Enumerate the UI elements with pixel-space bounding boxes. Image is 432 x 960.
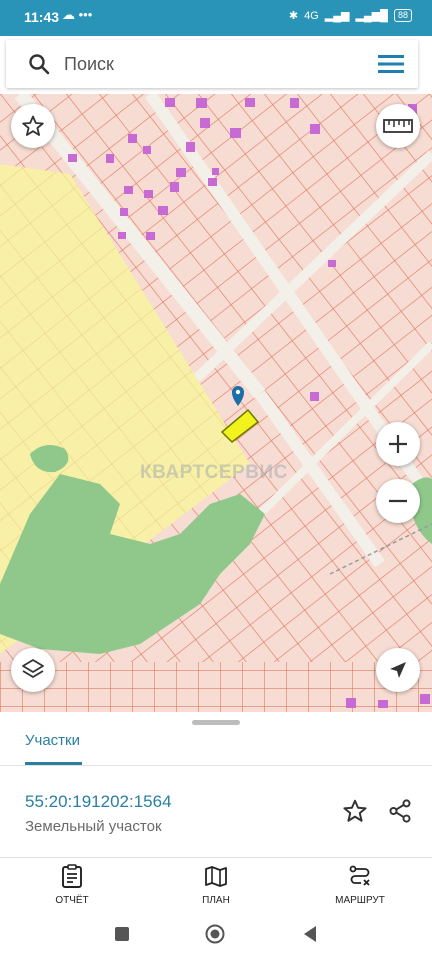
nav-report-button[interactable]: ОТЧЁТ xyxy=(24,864,120,906)
layers-button[interactable] xyxy=(11,648,55,692)
plus-icon xyxy=(389,435,407,453)
nav-plan-label: ПЛАН xyxy=(202,895,230,906)
recent-apps-button[interactable] xyxy=(114,926,130,947)
my-location-button[interactable] xyxy=(376,648,420,692)
menu-icon[interactable] xyxy=(378,54,404,79)
tab-parcels[interactable]: Участки xyxy=(25,732,80,749)
divider xyxy=(0,765,432,766)
ruler-button[interactable] xyxy=(376,104,420,148)
circle-icon xyxy=(205,924,225,944)
share-button[interactable] xyxy=(387,798,413,829)
clipboard-icon xyxy=(62,864,82,888)
search-input[interactable]: Поиск xyxy=(64,54,114,75)
search-icon xyxy=(28,53,50,80)
status-bar: 11:43 ☁ ••• ✱ 4G ▂▄▆ ▂▄▆█ 88 xyxy=(0,0,432,36)
home-button[interactable] xyxy=(205,924,225,949)
sheet-drag-handle[interactable] xyxy=(192,720,240,725)
nav-route-button[interactable]: МАРШРУТ xyxy=(312,864,408,906)
square-icon xyxy=(115,927,129,941)
nav-plan-button[interactable]: ПЛАН xyxy=(168,864,264,906)
map-view[interactable]: КВАРТСЕРВИС xyxy=(0,94,432,712)
ruler-icon xyxy=(383,119,413,133)
wifi-icon: ▂▄▆█ xyxy=(355,10,388,22)
favorite-star-button[interactable] xyxy=(11,104,55,148)
share-icon xyxy=(389,799,411,823)
map-watermark: КВАРТСЕРВИС xyxy=(140,462,288,483)
zoom-in-button[interactable] xyxy=(376,422,420,466)
minus-icon xyxy=(389,499,407,503)
nav-route-label: МАРШРУТ xyxy=(335,895,385,906)
bluetooth-icon: ✱ xyxy=(288,10,299,22)
star-icon xyxy=(343,799,367,822)
status-right-icons: ✱ 4G ▂▄▆ ▂▄▆█ 88 xyxy=(289,9,412,22)
bottom-sheet: Участки 55:20:191202:1564 Земельный учас… xyxy=(0,712,432,960)
cadastral-number[interactable]: 55:20:191202:1564 xyxy=(25,792,172,812)
battery-icon: 88 xyxy=(393,9,412,22)
back-button[interactable] xyxy=(302,925,318,948)
favorite-parcel-button[interactable] xyxy=(342,798,368,829)
star-icon xyxy=(22,115,44,136)
divider xyxy=(0,857,432,858)
route-icon xyxy=(349,865,370,886)
parcel-type: Земельный участок xyxy=(25,818,162,835)
navigation-arrow-icon xyxy=(390,662,406,678)
status-time: 11:43 xyxy=(24,9,60,25)
zoom-out-button[interactable] xyxy=(376,479,420,523)
triangle-back-icon xyxy=(304,926,316,942)
nav-report-label: ОТЧЁТ xyxy=(55,895,89,906)
map-icon xyxy=(205,866,227,887)
network-label: 4G xyxy=(304,9,319,22)
signal-icon: ▂▄▆ xyxy=(324,10,350,22)
cadastral-map[interactable] xyxy=(0,94,432,712)
search-bar[interactable]: Поиск xyxy=(6,40,418,88)
notification-icons: ☁ ••• xyxy=(62,7,93,22)
layers-icon xyxy=(22,659,44,678)
